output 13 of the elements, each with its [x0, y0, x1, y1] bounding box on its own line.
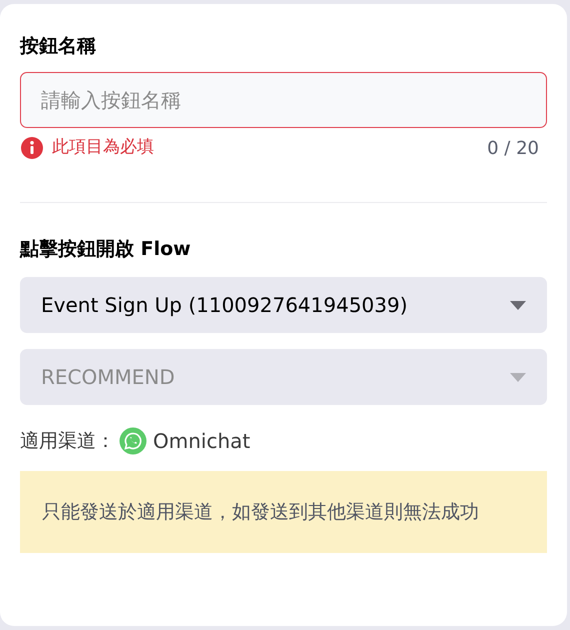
character-counter: 0 / 20 — [487, 136, 539, 160]
channel-label: 適用渠道： — [20, 428, 115, 454]
channel-name: Omnichat — [153, 428, 250, 455]
field-label: 按鈕名稱 — [20, 34, 97, 58]
dropdown[interactable]: Event Sign Up (1100927641945039) — [20, 277, 547, 333]
notice-text: 只能發送於適用渠道，如發送到其他渠道則無法成功 — [42, 500, 480, 525]
chat-bubble-icon — [119, 427, 147, 455]
section-title: 點擊按鈕開啟 Flow — [20, 237, 192, 261]
info-icon — [20, 136, 44, 160]
input-field[interactable]: 請輸入按鈕名稱 — [20, 72, 547, 128]
caret-icon — [510, 300, 526, 310]
error-message: 此項目為必填 — [52, 136, 154, 160]
caret-icon — [510, 372, 526, 382]
